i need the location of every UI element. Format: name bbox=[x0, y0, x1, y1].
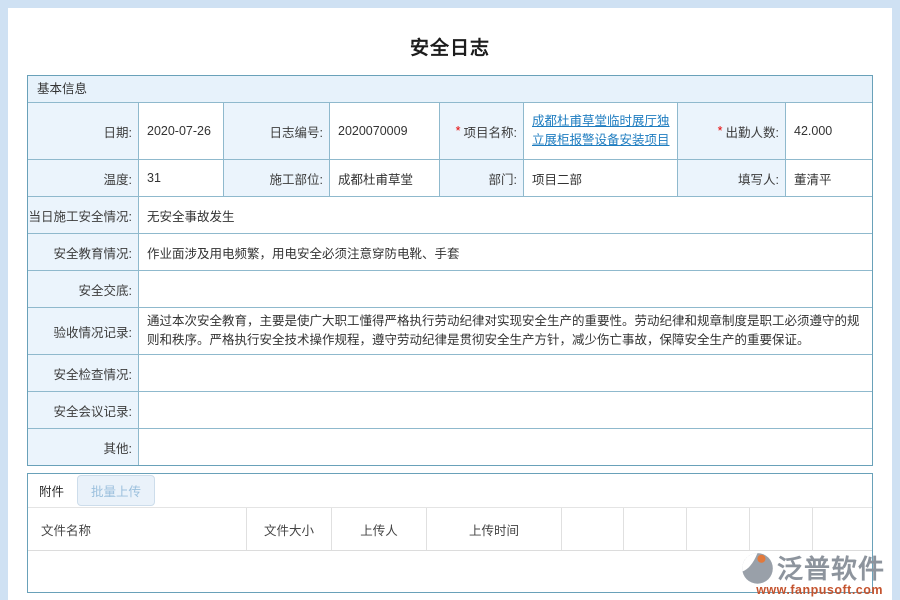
col-header-file-name: 文件名称 bbox=[28, 508, 246, 550]
required-asterisk: * bbox=[718, 124, 723, 138]
safety-meeting-value bbox=[138, 392, 872, 428]
construction-part-value: 成都杜甫草堂 bbox=[329, 160, 439, 196]
table-row: 安全会议记录: bbox=[28, 391, 872, 428]
attendance-value: 42.000 bbox=[785, 103, 872, 159]
safety-disclosure-label: 安全交底: bbox=[28, 271, 138, 307]
log-no-value: 2020070009 bbox=[329, 103, 439, 159]
daily-safety-value: 无安全事故发生 bbox=[138, 197, 872, 233]
col-header-empty bbox=[749, 508, 812, 550]
safety-education-label: 安全教育情况: bbox=[28, 234, 138, 270]
basic-info-table: 基本信息 日期: 2020-07-26 日志编号: 2020070009 * 项… bbox=[27, 75, 873, 466]
col-header-empty bbox=[623, 508, 686, 550]
required-asterisk: * bbox=[456, 124, 461, 138]
date-value: 2020-07-26 bbox=[138, 103, 223, 159]
vendor-url: www.fanpusoft.com bbox=[739, 583, 885, 597]
fanpu-logo-icon bbox=[739, 550, 776, 585]
construction-part-label: 施工部位: bbox=[223, 160, 329, 196]
page-title: 安全日志 bbox=[8, 8, 892, 60]
project-link[interactable]: 成都杜甫草堂临时展厅独立展柜报警设备安装项目 bbox=[532, 112, 671, 151]
other-label: 其他: bbox=[28, 429, 138, 465]
vendor-logo: 泛普软件 www.fanpusoft.com bbox=[739, 549, 885, 597]
log-no-label: 日志编号: bbox=[223, 103, 329, 159]
project-label: * 项目名称: bbox=[439, 103, 523, 159]
daily-safety-label: 当日施工安全情况: bbox=[28, 197, 138, 233]
temperature-value: 31 bbox=[138, 160, 223, 196]
acceptance-record-value: 通过本次安全教育，主要是使广大职工懂得严格执行劳动纪律对实现安全生产的重要性。劳… bbox=[138, 308, 872, 354]
attachments-header-row: 文件名称 文件大小 上传人 上传时间 bbox=[28, 507, 872, 551]
writer-value: 董清平 bbox=[785, 160, 872, 196]
col-header-empty bbox=[812, 508, 872, 550]
col-header-empty bbox=[686, 508, 749, 550]
attendance-label-text: 出勤人数: bbox=[726, 122, 779, 141]
col-header-upload-time: 上传时间 bbox=[426, 508, 561, 550]
table-row: 安全交底: bbox=[28, 270, 872, 307]
attachments-titlebar: 附件 批量上传 bbox=[28, 474, 872, 507]
table-row: 当日施工安全情况: 无安全事故发生 bbox=[28, 196, 872, 233]
table-row: 日期: 2020-07-26 日志编号: 2020070009 * 项目名称: … bbox=[28, 102, 872, 159]
attendance-label: * 出勤人数: bbox=[677, 103, 785, 159]
vendor-logo-row: 泛普软件 bbox=[739, 549, 885, 586]
department-label: 部门: bbox=[439, 160, 523, 196]
basic-info-section-header: 基本信息 bbox=[28, 76, 872, 102]
batch-upload-button[interactable]: 批量上传 bbox=[77, 475, 155, 506]
temperature-label: 温度: bbox=[28, 160, 138, 196]
date-label: 日期: bbox=[28, 103, 138, 159]
table-row: 其他: bbox=[28, 428, 872, 465]
col-header-empty bbox=[561, 508, 623, 550]
safety-education-value: 作业面涉及用电频繁，用电安全必须注意穿防电靴、手套 bbox=[138, 234, 872, 270]
col-header-file-size: 文件大小 bbox=[246, 508, 331, 550]
attachments-label: 附件 bbox=[39, 481, 64, 500]
writer-label: 填写人: bbox=[677, 160, 785, 196]
department-value: 项目二部 bbox=[523, 160, 677, 196]
table-row: 安全教育情况: 作业面涉及用电频繁，用电安全必须注意穿防电靴、手套 bbox=[28, 233, 872, 270]
safety-inspection-value bbox=[138, 355, 872, 391]
safety-meeting-label: 安全会议记录: bbox=[28, 392, 138, 428]
other-value bbox=[138, 429, 872, 465]
project-label-text: 项目名称: bbox=[464, 122, 517, 141]
safety-disclosure-value bbox=[138, 271, 872, 307]
acceptance-record-label: 验收情况记录: bbox=[28, 308, 138, 354]
safety-inspection-label: 安全检查情况: bbox=[28, 355, 138, 391]
table-row: 温度: 31 施工部位: 成都杜甫草堂 部门: 项目二部 填写人: 董清平 bbox=[28, 159, 872, 196]
table-row: 验收情况记录: 通过本次安全教育，主要是使广大职工懂得严格执行劳动纪律对实现安全… bbox=[28, 307, 872, 354]
project-value-cell: 成都杜甫草堂临时展厅独立展柜报警设备安装项目 bbox=[523, 103, 677, 159]
col-header-uploader: 上传人 bbox=[331, 508, 426, 550]
vendor-name: 泛普软件 bbox=[777, 549, 885, 586]
content-panel: 安全日志 基本信息 日期: 2020-07-26 日志编号: 202007000… bbox=[8, 8, 892, 600]
table-row: 安全检查情况: bbox=[28, 354, 872, 391]
